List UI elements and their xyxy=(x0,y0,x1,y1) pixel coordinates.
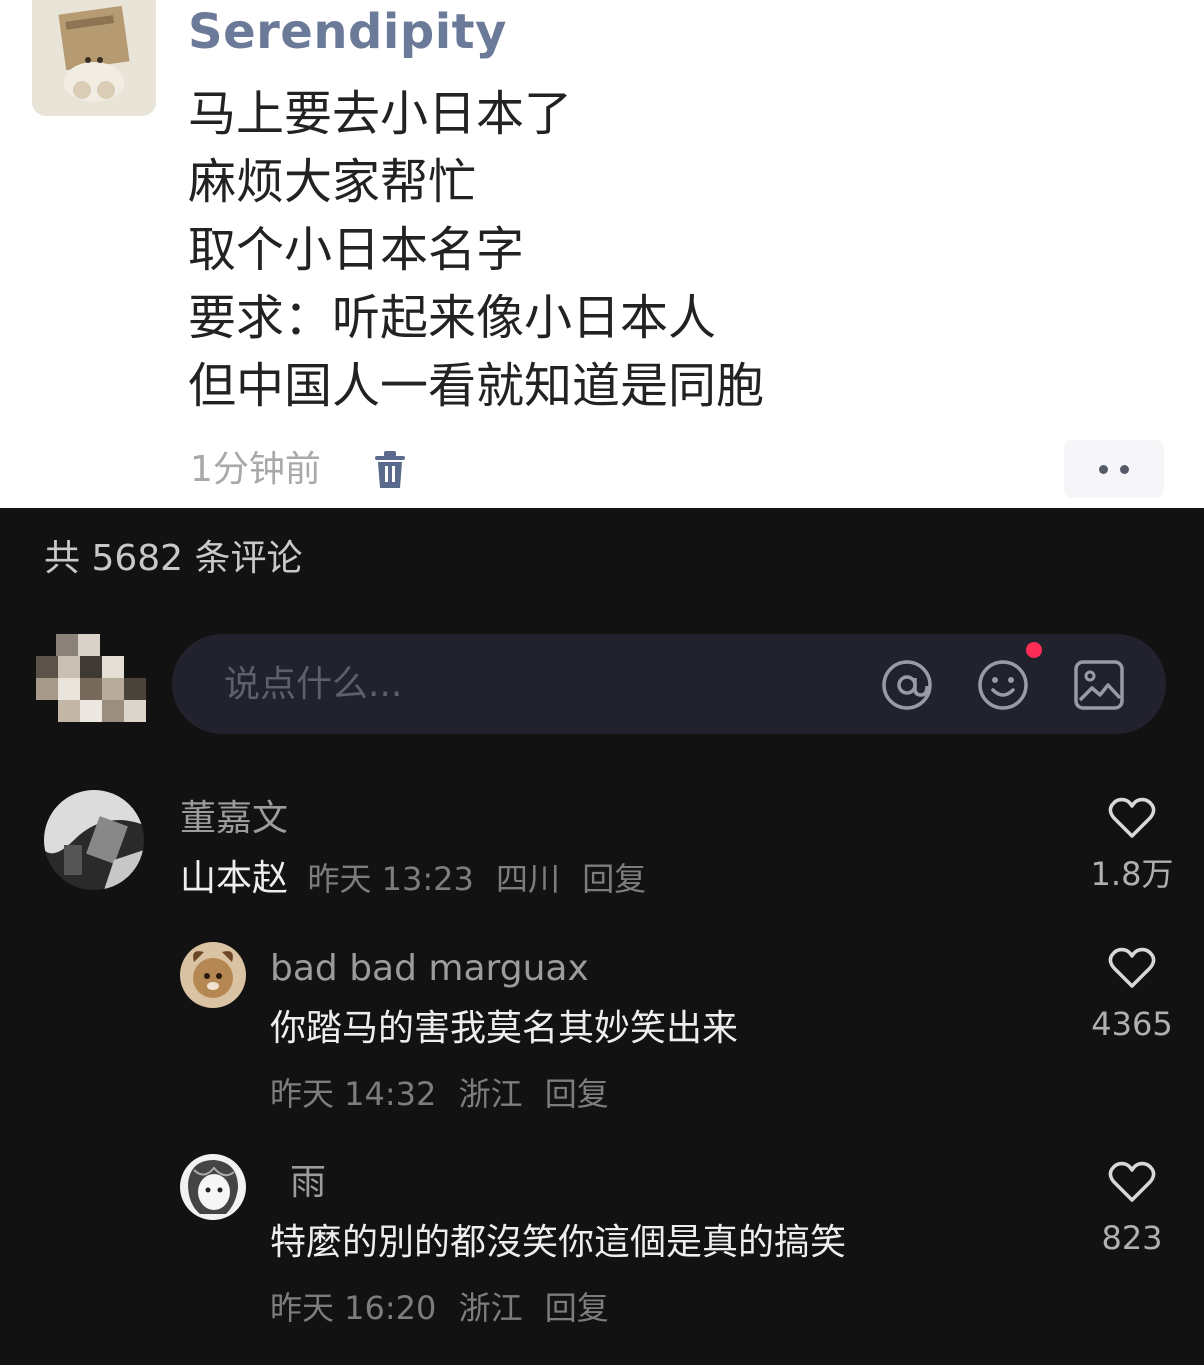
comment-text: 山本赵 昨天 13:23 四川 回复 xyxy=(180,858,658,900)
post-line: 要求：听起来像小日本人 xyxy=(188,290,717,346)
post-line: 麻烦大家帮忙 xyxy=(188,154,477,210)
like-count: 4365 xyxy=(1091,1005,1173,1043)
comment-date: 昨天 14:32 xyxy=(270,1075,437,1113)
comment-username[interactable]: bad bad marguax xyxy=(270,948,589,990)
reply-button[interactable]: 回复 xyxy=(582,860,646,898)
post-timestamp: 1分钟前 xyxy=(190,449,321,490)
comment-date: 昨天 13:23 xyxy=(307,860,474,898)
post-line: 马上要去小日本了 xyxy=(188,86,573,142)
trash-icon[interactable] xyxy=(372,450,408,490)
comment-location: 浙江 xyxy=(458,1075,523,1113)
comment-body: 山本赵 xyxy=(180,858,289,899)
heart-icon xyxy=(1108,1161,1156,1202)
like-button[interactable]: 4365 xyxy=(1082,946,1182,1044)
like-count: 1.8万 xyxy=(1090,855,1174,893)
post-line: 但中国人一看就知道是同胞 xyxy=(188,358,765,414)
dot xyxy=(1120,464,1129,474)
comment-avatar[interactable] xyxy=(180,942,246,1008)
comment-meta: 昨天 14:32 浙江 回复 xyxy=(270,1074,621,1114)
comment-location: 浙江 xyxy=(458,1289,523,1327)
more-dots-icon[interactable] xyxy=(1064,440,1164,498)
comment-body: 你踏马的害我莫名其妙笑出来 xyxy=(270,1008,739,1049)
post-username[interactable]: Serendipity xyxy=(188,4,507,60)
comment-date: 昨天 16:20 xyxy=(270,1289,437,1327)
post-card: Serendipity 马上要去小日本了 麻烦大家帮忙 取个小日本名字 要求：听… xyxy=(0,0,1204,508)
reply-button[interactable]: 回复 xyxy=(545,1289,609,1327)
heart-icon xyxy=(1108,947,1156,988)
emoji-icon[interactable] xyxy=(976,658,1030,712)
reply-button[interactable]: 回复 xyxy=(545,1075,609,1113)
comment-avatar[interactable] xyxy=(44,790,144,890)
post-line: 取个小日本名字 xyxy=(188,222,525,278)
post-body: 马上要去小日本了 麻烦大家帮忙 取个小日本名字 要求：听起来像小日本人 但中国人… xyxy=(188,80,764,420)
current-user-avatar[interactable] xyxy=(36,634,152,734)
comment-input[interactable]: 说点什么... xyxy=(172,634,1166,734)
comment-avatar[interactable] xyxy=(180,1154,246,1220)
comment-location: 四川 xyxy=(496,860,561,898)
comment-body: 特麼的別的都沒笑你這個是真的搞笑 xyxy=(270,1222,847,1263)
notification-dot xyxy=(1026,642,1042,658)
dot xyxy=(1099,464,1108,474)
like-count: 823 xyxy=(1101,1219,1163,1257)
at-icon[interactable] xyxy=(880,658,934,712)
comment-username[interactable]: 雨 xyxy=(290,1162,326,1204)
image-icon[interactable] xyxy=(1072,658,1126,712)
heart-icon xyxy=(1108,797,1156,838)
comment-count: 共 5682 条评论 xyxy=(44,538,303,579)
comment-meta: 昨天 16:20 浙江 回复 xyxy=(270,1288,621,1328)
comment-input-placeholder: 说点什么... xyxy=(224,664,403,705)
like-button[interactable]: 1.8万 xyxy=(1082,796,1182,894)
post-author-avatar[interactable] xyxy=(32,0,156,116)
like-button[interactable]: 823 xyxy=(1082,1160,1182,1258)
comment-meta: 昨天 13:23 四川 回复 xyxy=(307,860,658,898)
comment-username[interactable]: 董嘉文 xyxy=(180,798,288,840)
